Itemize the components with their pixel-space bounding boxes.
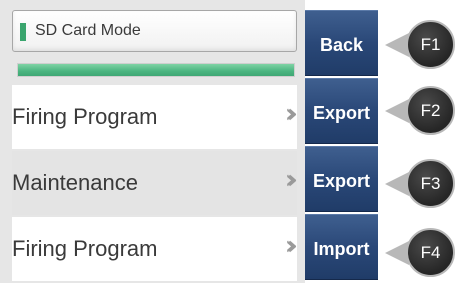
key-f4-label: F4: [406, 228, 455, 277]
key-f2[interactable]: F2: [383, 86, 456, 136]
triple-chevron-right-icon: ›››: [284, 99, 299, 129]
title-marker: [20, 23, 26, 41]
export-button-2[interactable]: Export: [305, 146, 378, 212]
back-button[interactable]: Back: [305, 10, 378, 76]
menu-item-maintenance[interactable]: Maintenance ›››: [12, 151, 299, 215]
menu-item-label: Firing Program: [12, 104, 158, 129]
menu-item-firing-program-2[interactable]: Firing Program ›››: [12, 217, 299, 281]
key-f1-label: F1: [406, 20, 455, 69]
menu-item-label: Maintenance: [12, 170, 138, 195]
page-title: SD Card Mode: [35, 22, 141, 39]
progress-bar: [17, 63, 295, 77]
menu-item-label: Firing Program: [12, 236, 158, 261]
key-f2-label: F2: [406, 86, 455, 135]
triple-chevron-right-icon: ›››: [284, 231, 299, 261]
key-f3[interactable]: F3: [383, 159, 456, 209]
import-button-label: Import: [313, 239, 370, 259]
title-bar: SD Card Mode: [12, 10, 297, 52]
key-f3-label: F3: [406, 159, 455, 208]
back-button-label: Back: [319, 35, 364, 55]
progress-bar-fill: [18, 64, 294, 76]
export-button-1[interactable]: Export: [305, 78, 378, 144]
menu-panel: SD Card Mode Firing Program ››› Maintena…: [0, 0, 305, 283]
import-button[interactable]: Import: [305, 214, 378, 280]
menu-item-firing-program-1[interactable]: Firing Program ›››: [12, 85, 299, 149]
sd-card-mode-screen: SD Card Mode Firing Program ››› Maintena…: [0, 0, 456, 283]
triple-chevron-right-icon: ›››: [284, 165, 299, 195]
key-f4[interactable]: F4: [383, 228, 456, 278]
export-button-label: Export: [312, 171, 370, 191]
key-f1[interactable]: F1: [383, 20, 456, 70]
export-button-label: Export: [312, 103, 370, 123]
